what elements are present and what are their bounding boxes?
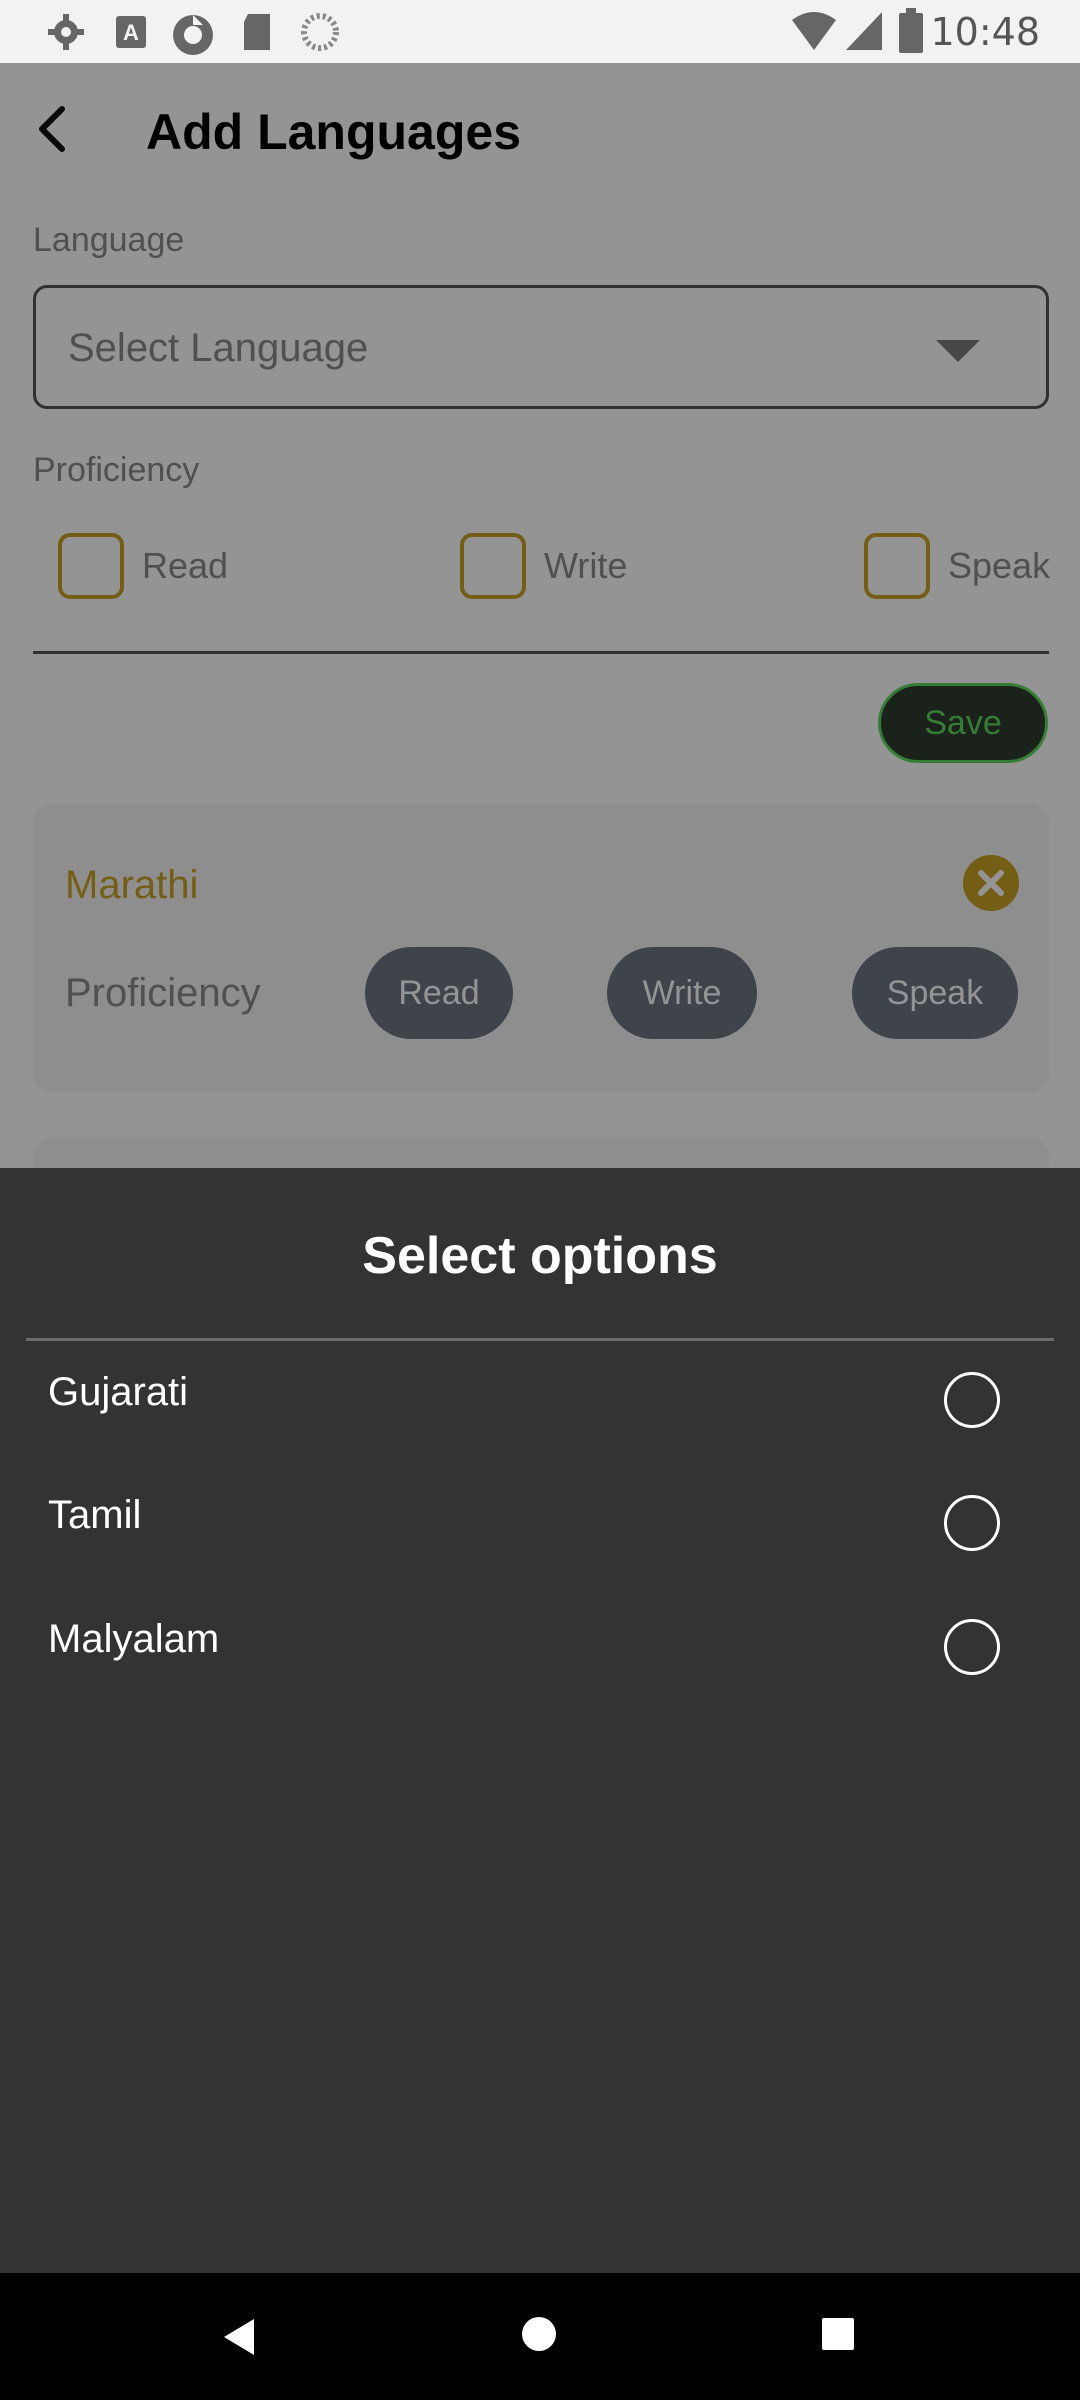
battery-icon (899, 8, 923, 53)
option-label: Gujarati (48, 1370, 189, 1414)
sync-icon (173, 15, 213, 55)
home-nav-icon[interactable] (522, 2317, 556, 2351)
circle-icon (301, 13, 339, 51)
option-malyalam[interactable]: Malyalam (0, 1595, 1080, 1719)
status-time: 10:48 (930, 10, 1040, 54)
svg-text:A: A (123, 20, 139, 45)
sheet-title: Select options (362, 1227, 718, 1285)
option-gujarati[interactable]: Gujarati (0, 1348, 1080, 1472)
radio-button[interactable] (944, 1372, 1000, 1428)
option-tamil[interactable]: Tamil (0, 1471, 1080, 1595)
sheet-divider (26, 1338, 1054, 1341)
settings-icon (48, 14, 84, 50)
sd-card-icon (244, 14, 270, 50)
font-a-icon: A (116, 16, 146, 48)
select-options-sheet: Select options Gujarati Tamil Malyalam (0, 1168, 1080, 2273)
radio-button[interactable] (944, 1495, 1000, 1551)
option-label: Malyalam (48, 1617, 220, 1661)
signal-icon (846, 12, 882, 50)
back-nav-icon[interactable] (224, 2319, 254, 2355)
status-bar: A 10:48 (0, 0, 1080, 63)
radio-button[interactable] (944, 1619, 1000, 1675)
navigation-bar (0, 2273, 1080, 2400)
option-label: Tamil (48, 1493, 142, 1537)
recents-nav-icon[interactable] (822, 2318, 854, 2350)
wifi-icon (792, 12, 836, 50)
